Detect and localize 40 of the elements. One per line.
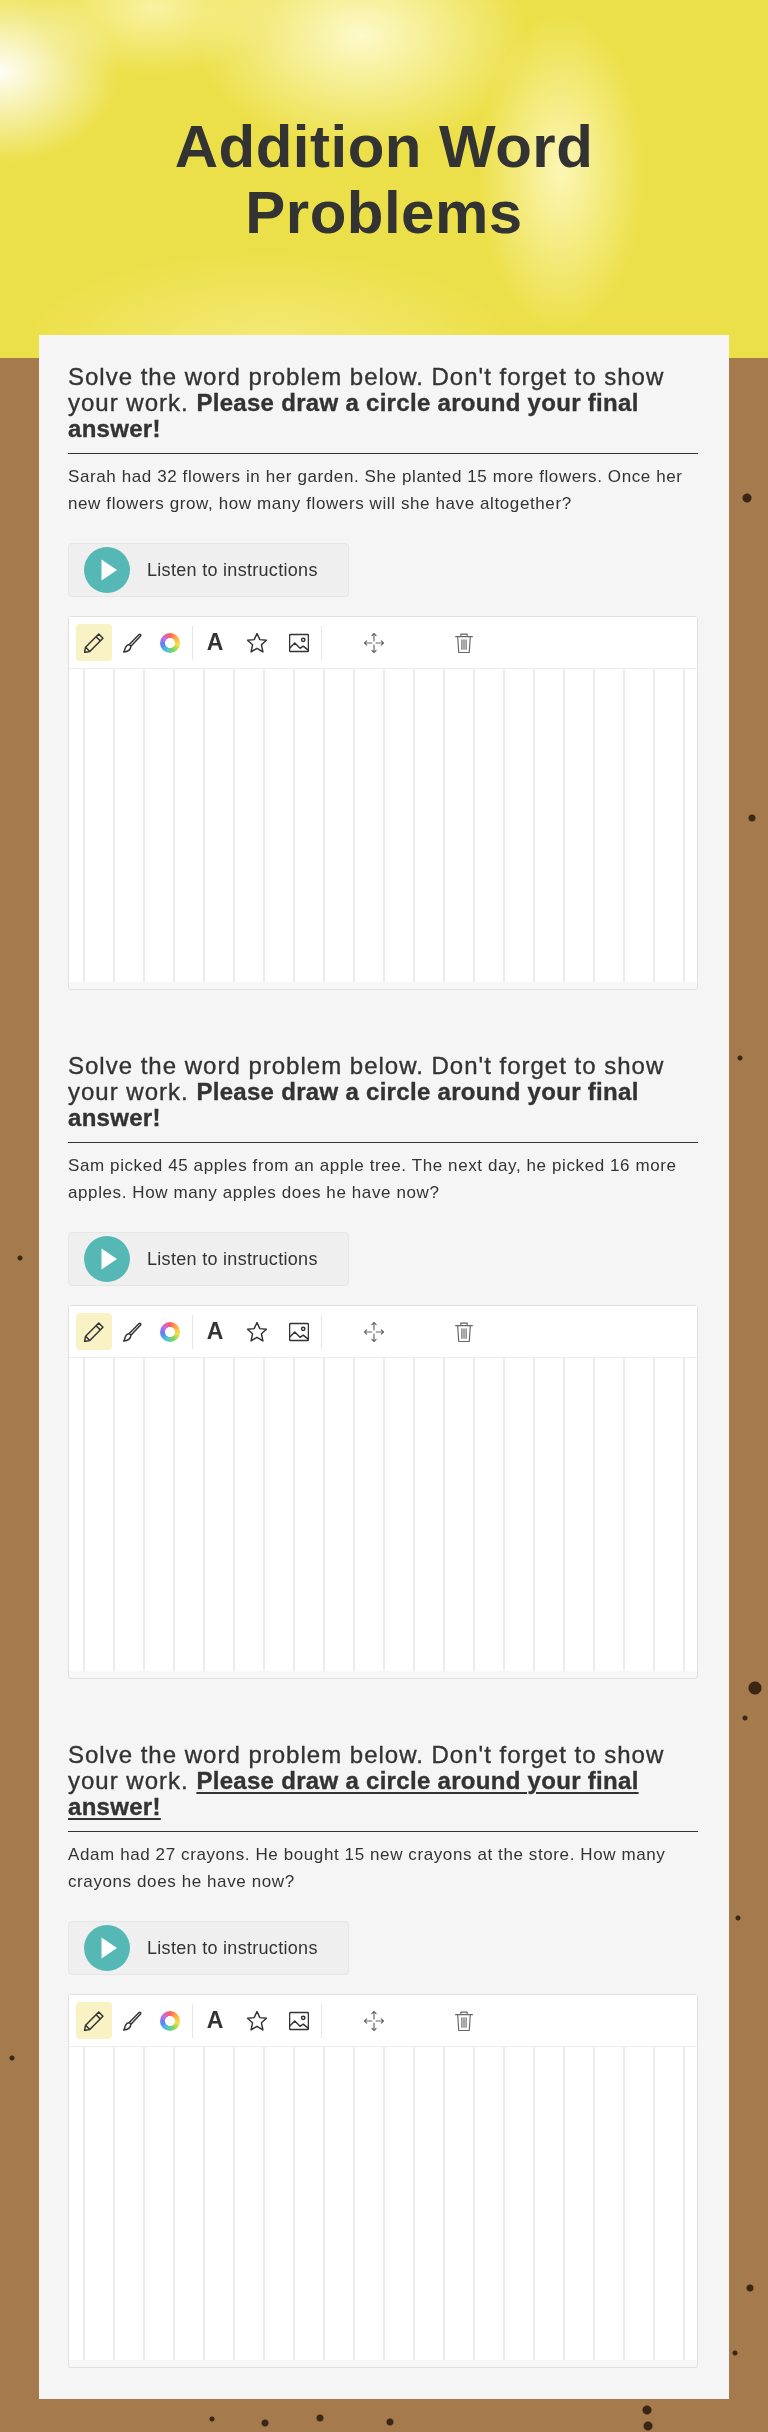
color-wheel-icon bbox=[160, 632, 180, 653]
pencil-tool[interactable] bbox=[76, 2002, 112, 2039]
image-icon bbox=[289, 2010, 309, 2031]
brush-icon bbox=[122, 2010, 142, 2031]
text-tool[interactable]: A bbox=[197, 1313, 233, 1350]
word-problem-text: Sam picked 45 apples from an apple tree. The next day, he picked 16 more apples. How many apples does he have now? bbox=[68, 1155, 678, 1204]
star-icon bbox=[247, 1321, 267, 1342]
question-heading: Solve the word problem below. Don't forget to show your work. Please draw a circle around your final answer! bbox=[68, 1742, 666, 1820]
question-heading: Solve the word problem below. Don't forget to show your work. Please draw a circle around your final answer! bbox=[68, 364, 666, 442]
brush-icon bbox=[122, 1321, 142, 1342]
star-icon bbox=[247, 2010, 267, 2031]
trash-icon bbox=[454, 1321, 474, 1342]
text-tool[interactable]: A bbox=[197, 624, 233, 661]
trash-icon bbox=[454, 2010, 474, 2031]
pencil-tool[interactable] bbox=[76, 624, 112, 661]
pencil-icon bbox=[84, 2010, 104, 2031]
text-tool[interactable]: A bbox=[197, 2002, 233, 2039]
word-problem-text: Adam had 27 crayons. He bought 15 new crayons at the store. How many crayons does he have now? bbox=[68, 1844, 667, 1893]
color-wheel-icon bbox=[160, 2010, 180, 2031]
move-icon bbox=[364, 1321, 384, 1342]
question-heading: Solve the word problem below. Don't forget to show your work. Please draw a circle around your final answer! bbox=[68, 1053, 666, 1131]
color-wheel-icon bbox=[160, 1321, 180, 1342]
image-icon bbox=[289, 632, 309, 653]
page-title: Addition Word Problems bbox=[173, 114, 595, 246]
pencil-icon bbox=[84, 1321, 104, 1342]
play-icon bbox=[84, 1236, 130, 1282]
pencil-tool[interactable] bbox=[76, 1313, 112, 1350]
listen-button[interactable]: Listen to instructions bbox=[68, 1232, 349, 1286]
play-icon bbox=[84, 1925, 130, 1971]
listen-button[interactable]: Listen to instructions bbox=[68, 543, 349, 597]
image-icon bbox=[289, 1321, 309, 1342]
word-problem-text: Sarah had 32 flowers in her garden. She planted 15 more flowers. Once her new flowers grow, how many flowers will she have altogether? bbox=[68, 466, 684, 515]
play-icon bbox=[84, 547, 130, 593]
trash-icon bbox=[454, 632, 474, 653]
star-icon bbox=[247, 632, 267, 653]
brush-icon bbox=[122, 632, 142, 653]
pencil-icon bbox=[84, 632, 104, 653]
move-icon bbox=[364, 2010, 384, 2031]
listen-button[interactable]: Listen to instructions bbox=[68, 1921, 349, 1975]
move-icon bbox=[364, 632, 384, 653]
